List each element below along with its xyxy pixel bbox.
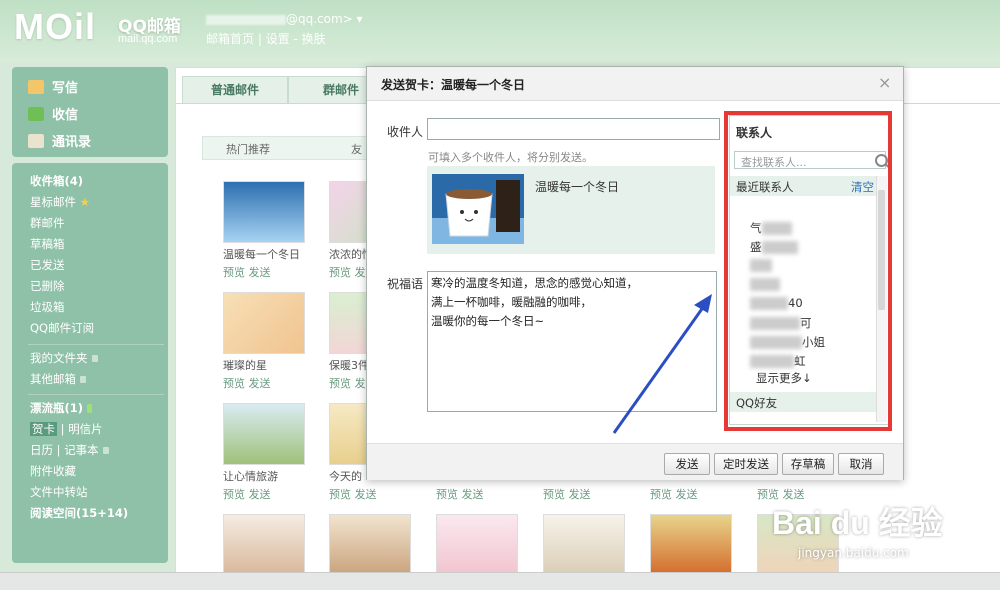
watermark-url: jingyan.baidu.com	[798, 546, 909, 560]
watermark: Bai du 经验	[772, 505, 943, 541]
status-bar	[0, 572, 1000, 590]
